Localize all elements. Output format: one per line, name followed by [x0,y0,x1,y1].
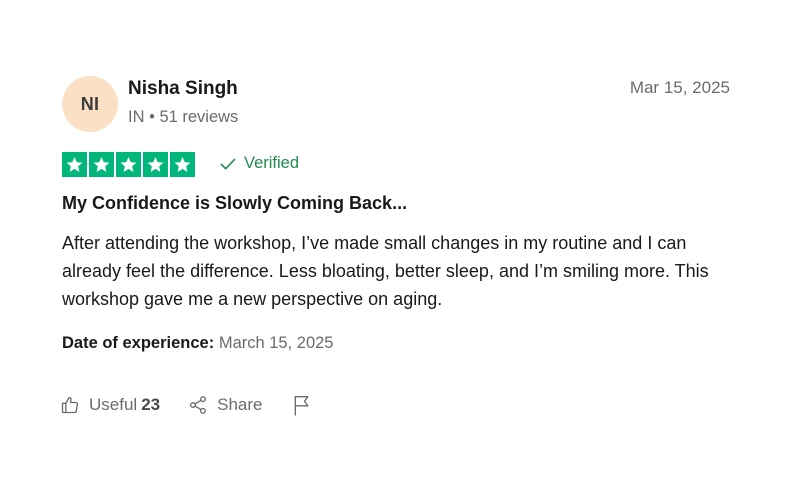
thumbs-up-icon [60,395,80,415]
review-actions: Useful 23 Share [60,394,312,416]
star-icon [89,152,114,177]
date-of-experience: Date of experience: March 15, 2025 [62,334,333,353]
star-rating [62,152,195,177]
useful-count: 23 [141,395,161,414]
checkmark-icon [220,157,236,171]
date-of-experience-value: March 15, 2025 [218,334,334,352]
review-date: Mar 15, 2025 [629,78,730,97]
review-body: After attending the workshop, I’ve made … [62,233,709,309]
useful-button[interactable]: Useful 23 [60,395,160,415]
star-icon [62,152,87,177]
verified-label: Verified [244,154,300,172]
avatar[interactable]: NI [62,76,118,132]
flag-icon [292,394,312,416]
report-button[interactable] [292,394,312,416]
star-icon [143,152,168,177]
star-icon [170,152,195,177]
useful-label: Useful [89,395,138,414]
review-card: NI Nisha Singh IN • 51 reviews Mar 15, 2… [0,0,800,500]
share-icon [188,395,208,415]
verified-badge[interactable]: Verified [220,154,299,173]
review-title[interactable]: My Confidence is Slowly Coming Back... [62,193,407,214]
share-button[interactable]: Share [188,395,262,415]
author-meta: IN • 51 reviews [128,108,239,126]
date-of-experience-label: Date of experience: [62,334,215,352]
star-icon [116,152,141,177]
author-name[interactable]: Nisha Singh [128,78,238,100]
share-label: Share [217,395,263,414]
